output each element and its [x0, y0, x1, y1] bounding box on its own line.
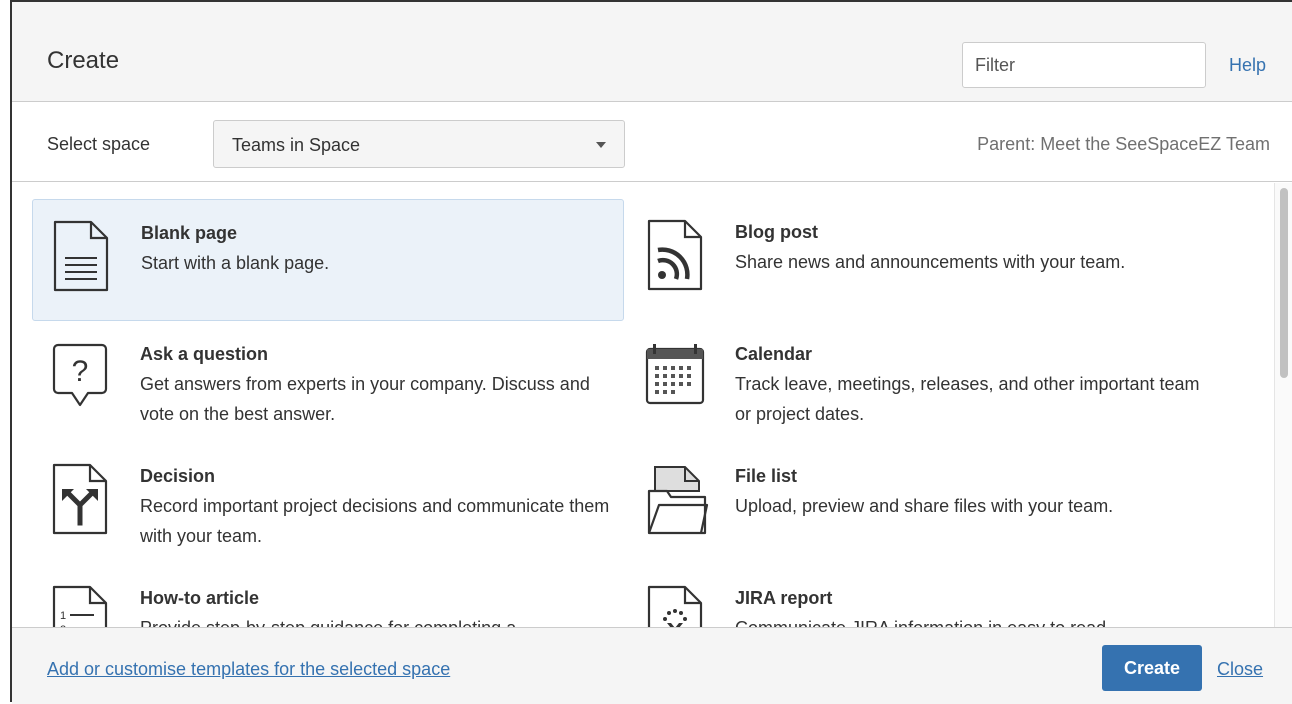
help-link[interactable]: Help	[1229, 53, 1266, 77]
dialog-footer: Add or customise templates for the selec…	[12, 627, 1292, 704]
template-item-blog-post[interactable]: Blog post Share news and announcements w…	[627, 199, 1219, 321]
template-item-jira-report[interactable]: JIRA report Communicate JIRA information…	[627, 565, 1219, 627]
svg-text:?: ?	[72, 355, 89, 388]
template-name: How-to article	[140, 588, 260, 608]
dialog-header: Create Help	[12, 2, 1292, 102]
template-item-file-list[interactable]: File list Upload, preview and share file…	[627, 443, 1219, 565]
template-description: Get answers from experts in your company…	[140, 374, 590, 424]
template-item-blank-page[interactable]: Blank page Start with a blank page.	[32, 199, 624, 321]
template-name: JIRA report	[735, 588, 833, 608]
template-item-ask-question[interactable]: ? Ask a question Get answers from expert…	[32, 321, 624, 443]
template-name: Blog post	[735, 222, 818, 242]
customise-templates-link[interactable]: Add or customise templates for the selec…	[47, 658, 450, 680]
template-item-how-to[interactable]: 1 2 How-to article Provide step-by-step …	[32, 565, 624, 627]
template-name: Calendar	[735, 344, 813, 364]
template-description: Start with a blank page.	[141, 253, 330, 273]
filter-input[interactable]	[962, 42, 1206, 88]
template-name: Decision	[140, 466, 216, 486]
template-name: Ask a question	[140, 344, 269, 364]
folder-icon	[645, 461, 709, 537]
blog-post-icon	[645, 217, 705, 293]
template-list-scrollbar[interactable]	[1274, 183, 1292, 627]
question-icon: ?	[50, 339, 110, 415]
template-description: Communicate JIRA information in easy to …	[735, 613, 1205, 627]
space-selector-row: Select space Teams in Space Parent: Meet…	[12, 103, 1292, 182]
template-description: Provide step-by-step guidance for comple…	[140, 613, 610, 627]
template-name: Blank page	[141, 223, 238, 243]
template-description: Upload, preview and share files with you…	[735, 496, 1114, 516]
template-description: Share news and announcements with your t…	[735, 252, 1126, 272]
template-description: Record important project decisions and c…	[140, 496, 610, 546]
space-dropdown[interactable]: Teams in Space	[213, 120, 625, 168]
chevron-down-icon	[596, 142, 606, 148]
space-dropdown-value: Teams in Space	[232, 135, 361, 155]
scrollbar-thumb[interactable]	[1280, 188, 1288, 378]
template-item-decision[interactable]: Decision Record important project decisi…	[32, 443, 624, 565]
create-button[interactable]: Create	[1102, 645, 1202, 691]
template-description: Track leave, meetings, releases, and oth…	[735, 374, 1200, 424]
blank-page-icon	[51, 218, 111, 294]
parent-page-label: Parent: Meet the SeeSpaceEZ Team	[977, 134, 1270, 154]
jira-report-icon	[645, 583, 705, 627]
select-space-label: Select space	[47, 134, 151, 154]
svg-text:1: 1	[60, 610, 66, 622]
calendar-icon	[645, 339, 705, 415]
decision-icon	[50, 461, 110, 537]
create-dialog: Create Help Select space Teams in Space …	[10, 0, 1292, 704]
template-item-calendar[interactable]: Calendar Track leave, meetings, releases…	[627, 321, 1219, 443]
template-list: Blank page Start with a blank page. Blog…	[12, 183, 1274, 627]
how-to-icon: 1 2	[50, 583, 110, 627]
close-link[interactable]: Close	[1217, 658, 1263, 680]
template-name: File list	[735, 466, 798, 486]
dialog-title: Create	[47, 47, 120, 74]
